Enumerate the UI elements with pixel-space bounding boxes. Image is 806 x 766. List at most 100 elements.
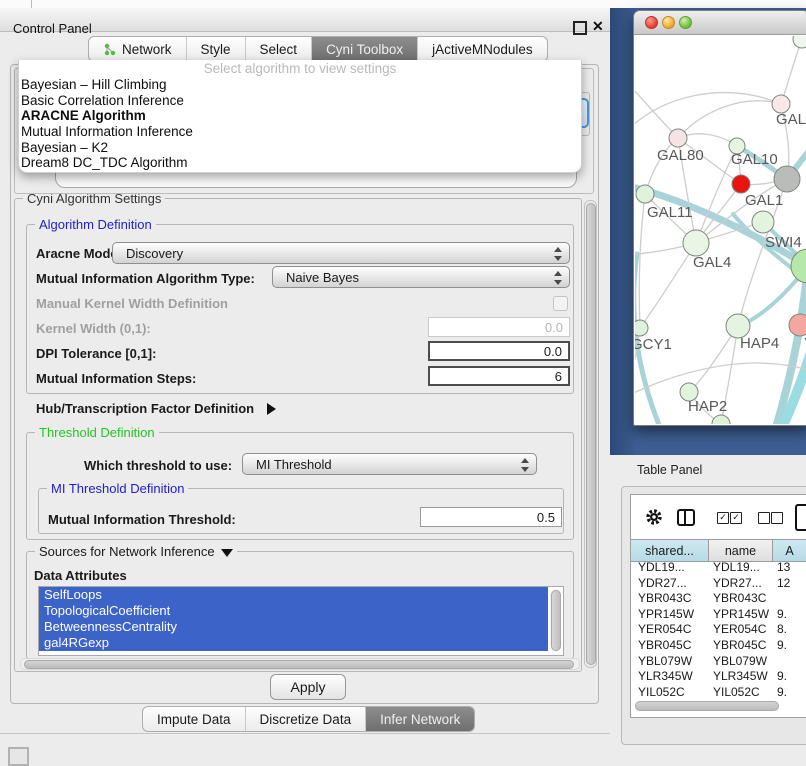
which-threshold-combo[interactable]: MI Threshold — [242, 453, 537, 475]
table-row[interactable]: YDL19...YDL19...13 — [631, 560, 806, 576]
algorithm-option[interactable]: Basic Correlation Inference — [19, 93, 581, 109]
table-row[interactable]: YBR045CYBR045C9. — [631, 638, 806, 654]
network-node[interactable] — [793, 36, 806, 48]
mi-threshold-field[interactable]: 0.5 — [420, 507, 562, 527]
table-cell — [773, 654, 806, 670]
unchecked-checkbox-icon[interactable] — [758, 512, 770, 524]
unchecked-checkbox-icon[interactable] — [771, 512, 783, 524]
dock-panel-icon[interactable] — [8, 747, 29, 766]
table-cell: 9. — [773, 685, 806, 698]
network-node[interactable] — [774, 166, 800, 192]
dpi-tolerance-field[interactable]: 0.0 — [428, 341, 570, 361]
minimize-traffic-light[interactable] — [662, 16, 675, 29]
tab-style[interactable]: Style — [187, 37, 246, 61]
table-cell: YBL079W — [709, 654, 773, 670]
zoom-traffic-light[interactable] — [679, 16, 692, 29]
kernel-width-value: 0.0 — [545, 320, 563, 335]
manual-kernel-checkbox[interactable] — [553, 296, 568, 311]
network-canvas[interactable]: GALGAL80GAL10GAL1GAL11GAL4SWI4GCY1HAP4YH… — [635, 36, 806, 424]
screen: { "titlebar": { "title": "Control Panel"… — [0, 0, 806, 762]
sources-group-title[interactable]: Sources for Network Inference — [35, 544, 237, 559]
table-cell: 9. — [773, 607, 806, 623]
network-node[interactable] — [712, 415, 730, 424]
float-window-icon[interactable] — [573, 21, 587, 35]
tab-impute-data[interactable]: Impute Data — [143, 707, 246, 731]
data-attributes-list[interactable]: SelfLoopsTopologicalCoefficientBetweenne… — [38, 586, 564, 656]
tab-jactivemnodules[interactable]: jActiveMNodules — [418, 37, 547, 61]
algorithm-option[interactable]: Bayesian – K2 — [19, 140, 581, 156]
dpi-tolerance-value: 0.0 — [544, 344, 562, 359]
control-panel-titlebar[interactable]: Control Panel ✕ — [0, 8, 610, 32]
table-panel-title: Table Panel — [637, 463, 702, 477]
table-cell: YLR345W — [709, 669, 773, 685]
network-node[interactable] — [789, 314, 806, 336]
column-header[interactable]: shared... — [631, 540, 709, 561]
document-icon[interactable] — [795, 504, 806, 531]
settings-hscrollbar-thumb[interactable] — [24, 660, 574, 669]
table-row[interactable]: YLR345WYLR345W9. — [631, 669, 806, 685]
table-row[interactable]: YER054CYER054C8. — [631, 622, 806, 638]
gear-icon[interactable] — [645, 508, 663, 531]
table-hscrollbar-thumb[interactable] — [635, 701, 779, 711]
attribute-item[interactable]: TopologicalCoefficient — [39, 603, 548, 619]
column-header[interactable]: A — [773, 540, 806, 561]
attribute-item[interactable]: gal4RGexp — [39, 635, 548, 651]
network-node[interactable] — [732, 175, 750, 193]
mi-steps-field[interactable]: 6 — [428, 366, 570, 386]
dpi-tolerance-label: DPI Tolerance [0,1]: — [36, 346, 156, 361]
network-window[interactable]: GALGAL80GAL10GAL1GAL11GAL4SWI4GCY1HAP4YH… — [633, 10, 806, 426]
attribute-item[interactable]: BetweennessCentrality — [39, 619, 548, 635]
tab-cyni-toolbox[interactable]: Cyni Toolbox — [312, 37, 418, 61]
columns-icon[interactable] — [677, 509, 695, 526]
table-row[interactable]: YBR043CYBR043C — [631, 591, 806, 607]
attribute-item[interactable]: SelfLoops — [39, 587, 548, 603]
network-node[interactable] — [636, 185, 654, 203]
aracne-mode-label: Aracne Mode: — [36, 246, 122, 261]
aracne-mode-combo[interactable]: Discovery — [112, 242, 570, 264]
tab-discretize-data[interactable]: Discretize Data — [246, 707, 367, 731]
table-row[interactable]: YBL079WYBL079W — [631, 654, 806, 670]
network-node[interactable] — [635, 320, 648, 336]
algorithm-option[interactable]: ARACNE Algorithm — [19, 108, 581, 124]
settings-vscrollbar-thumb[interactable] — [586, 203, 596, 665]
top-strip-tick — [31, 0, 32, 8]
tab-select[interactable]: Select — [246, 37, 313, 61]
attributes-vscrollbar-thumb[interactable] — [551, 590, 561, 651]
network-node[interactable] — [669, 129, 687, 147]
settings-vertical-scrollbar[interactable] — [584, 200, 597, 668]
apply-button[interactable]: Apply — [270, 674, 346, 700]
apply-button-label: Apply — [290, 679, 325, 695]
checked-checkbox-icon[interactable]: ✓ — [717, 512, 729, 524]
settings-horizontal-scrollbar[interactable] — [20, 658, 580, 670]
mi-algorithm-type-combo[interactable]: Naive Bayes — [272, 266, 570, 288]
table-horizontal-scrollbar[interactable] — [633, 701, 806, 710]
network-window-titlebar[interactable] — [634, 11, 806, 35]
algorithm-option[interactable]: Dream8 DC_TDC Algorithm — [19, 155, 581, 171]
close-traffic-light[interactable] — [645, 16, 658, 29]
hub-definition-expander[interactable]: Hub/Transcription Factor Definition — [36, 400, 276, 418]
attributes-vscrollbar[interactable] — [550, 589, 561, 652]
network-node[interactable] — [752, 211, 774, 233]
table-row[interactable]: YIL052CYIL052C9. — [631, 685, 806, 698]
table-cell — [773, 591, 806, 607]
table-cell: YDR27... — [709, 576, 773, 592]
network-node[interactable] — [683, 230, 709, 256]
column-header[interactable]: name — [709, 540, 773, 561]
table-cell: 12 — [773, 576, 806, 592]
algorithm-dropdown-popup: Select algorithm to view settings Bayesi… — [18, 60, 582, 173]
tab-infer-network[interactable]: Infer Network — [366, 707, 474, 731]
table-cell: YER054C — [709, 622, 773, 638]
network-node-label: GAL — [776, 111, 806, 128]
table-row[interactable]: YPR145WYPR145W9. — [631, 607, 806, 623]
algorithm-option[interactable]: Mutual Information Inference — [19, 124, 581, 140]
checked-checkbox-icon[interactable]: ✓ — [730, 512, 742, 524]
mi-steps-label: Mutual Information Steps: — [36, 371, 196, 386]
algorithm-option[interactable]: Bayesian – Hill Climbing — [19, 77, 581, 93]
tab-network[interactable]: Network — [89, 37, 187, 61]
table-cell: YLR345W — [631, 669, 709, 685]
kernel-width-field[interactable]: 0.0 — [428, 317, 570, 337]
data-attributes-label: Data Attributes — [34, 568, 127, 583]
close-icon[interactable]: ✕ — [592, 18, 604, 35]
table-row[interactable]: YDR27...YDR27...12 — [631, 576, 806, 592]
table-cell: YDR27... — [631, 576, 709, 592]
